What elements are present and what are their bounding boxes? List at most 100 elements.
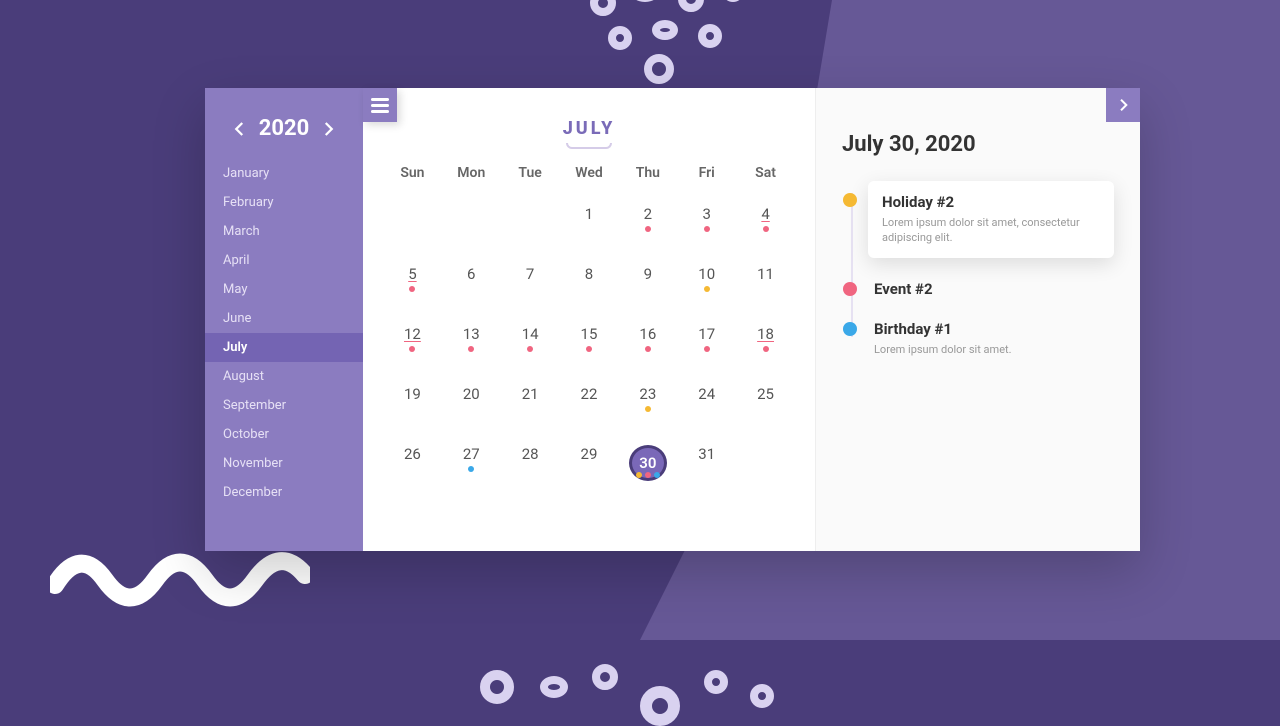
day-number: 22 [581,385,598,403]
calendar-title: JULY [383,118,795,139]
event-dots [645,346,651,352]
day-number: 20 [463,385,480,403]
day-number: 29 [581,445,598,463]
sidebar-month-september[interactable]: September [205,391,363,420]
calendar-grid: SunMonTueWedThuFriSat1234567891011121314… [383,165,795,481]
day-number: 19 [404,385,421,403]
calendar-pane: JULY SunMonTueWedThuFriSat12345678910111… [363,88,815,551]
day-number: 27 [463,445,480,463]
weekday-header: Thu [618,165,677,181]
day-cell-2[interactable]: 2 [618,205,677,241]
day-cell-12[interactable]: 12 [383,325,442,361]
sidebar-month-july[interactable]: July [205,333,363,362]
weekday-header: Wed [560,165,619,181]
panel-next-button[interactable] [1106,88,1140,122]
day-number: 17 [698,325,715,343]
day-number: 5 [408,265,416,283]
day-number: 8 [585,265,593,283]
day-number: 23 [639,385,656,403]
event-dots [704,346,710,352]
day-cell-14[interactable]: 14 [501,325,560,361]
day-cell-29[interactable]: 29 [560,445,619,481]
day-cell-19[interactable]: 19 [383,385,442,421]
year-label: 2020 [259,116,310,141]
sidebar-month-november[interactable]: November [205,449,363,478]
day-cell-22[interactable]: 22 [560,385,619,421]
event-dots [763,346,769,352]
day-number: 1 [585,205,593,223]
sidebar-month-february[interactable]: February [205,188,363,217]
event-item[interactable]: Event #2 [874,280,1114,298]
day-number: 25 [757,385,774,403]
sidebar-month-may[interactable]: May [205,275,363,304]
sidebar-month-august[interactable]: August [205,362,363,391]
event-description: Lorem ipsum dolor sit amet, consectetur … [882,215,1100,246]
event-dots [586,346,592,352]
day-cell-empty [736,445,795,481]
day-cell-21[interactable]: 21 [501,385,560,421]
event-dots [645,226,651,232]
weekday-header: Sun [383,165,442,181]
day-cell-3[interactable]: 3 [677,205,736,241]
day-cell-24[interactable]: 24 [677,385,736,421]
next-year-button[interactable] [319,120,337,138]
day-cell-10[interactable]: 10 [677,265,736,301]
sidebar-month-october[interactable]: October [205,420,363,449]
day-cell-6[interactable]: 6 [442,265,501,301]
day-cell-13[interactable]: 13 [442,325,501,361]
weekday-header: Fri [677,165,736,181]
day-cell-20[interactable]: 20 [442,385,501,421]
event-dots [636,472,660,478]
day-number: 26 [404,445,421,463]
day-cell-4[interactable]: 4 [736,205,795,241]
day-cell-9[interactable]: 9 [618,265,677,301]
day-cell-15[interactable]: 15 [560,325,619,361]
day-cell-empty [501,205,560,241]
day-cell-1[interactable]: 1 [560,205,619,241]
day-number: 24 [698,385,715,403]
day-cell-18[interactable]: 18 [736,325,795,361]
day-number: 13 [463,325,480,343]
day-cell-16[interactable]: 16 [618,325,677,361]
sidebar-month-april[interactable]: April [205,246,363,275]
day-number: 10 [698,265,715,283]
day-number: 11 [757,265,774,283]
event-dot-icon [843,193,857,207]
day-number: 16 [639,325,656,343]
event-dots [704,286,710,292]
day-number: 14 [522,325,539,343]
event-item[interactable]: Holiday #2Lorem ipsum dolor sit amet, co… [868,181,1114,258]
day-cell-empty [383,205,442,241]
day-cell-26[interactable]: 26 [383,445,442,481]
sidebar-month-march[interactable]: March [205,217,363,246]
event-panel: July 30, 2020 Holiday #2Lorem ipsum dolo… [815,88,1140,551]
day-cell-17[interactable]: 17 [677,325,736,361]
day-number: 12 [404,325,421,343]
day-cell-27[interactable]: 27 [442,445,501,481]
sidebar-month-december[interactable]: December [205,478,363,507]
day-cell-25[interactable]: 25 [736,385,795,421]
day-cell-8[interactable]: 8 [560,265,619,301]
event-dots [527,346,533,352]
day-cell-11[interactable]: 11 [736,265,795,301]
day-cell-23[interactable]: 23 [618,385,677,421]
event-dot-icon [843,282,857,296]
event-description: Lorem ipsum dolor sit amet. [874,342,1114,357]
day-cell-5[interactable]: 5 [383,265,442,301]
event-dots [409,286,415,292]
day-number: 15 [581,325,598,343]
day-cell-28[interactable]: 28 [501,445,560,481]
calendar-widget: 2020 JanuaryFebruaryMarchAprilMayJuneJul… [205,88,1140,551]
sidebar-month-january[interactable]: January [205,159,363,188]
day-cell-30[interactable]: 30 [618,445,677,481]
weekday-header: Tue [501,165,560,181]
day-number: 28 [522,445,539,463]
event-title: Birthday #1 [874,320,1114,338]
event-item[interactable]: Birthday #1 Lorem ipsum dolor sit amet. [874,320,1114,357]
day-cell-31[interactable]: 31 [677,445,736,481]
sidebar-month-june[interactable]: June [205,304,363,333]
day-cell-7[interactable]: 7 [501,265,560,301]
prev-year-button[interactable] [231,120,249,138]
menu-button[interactable] [363,88,397,122]
event-dots [468,466,474,472]
